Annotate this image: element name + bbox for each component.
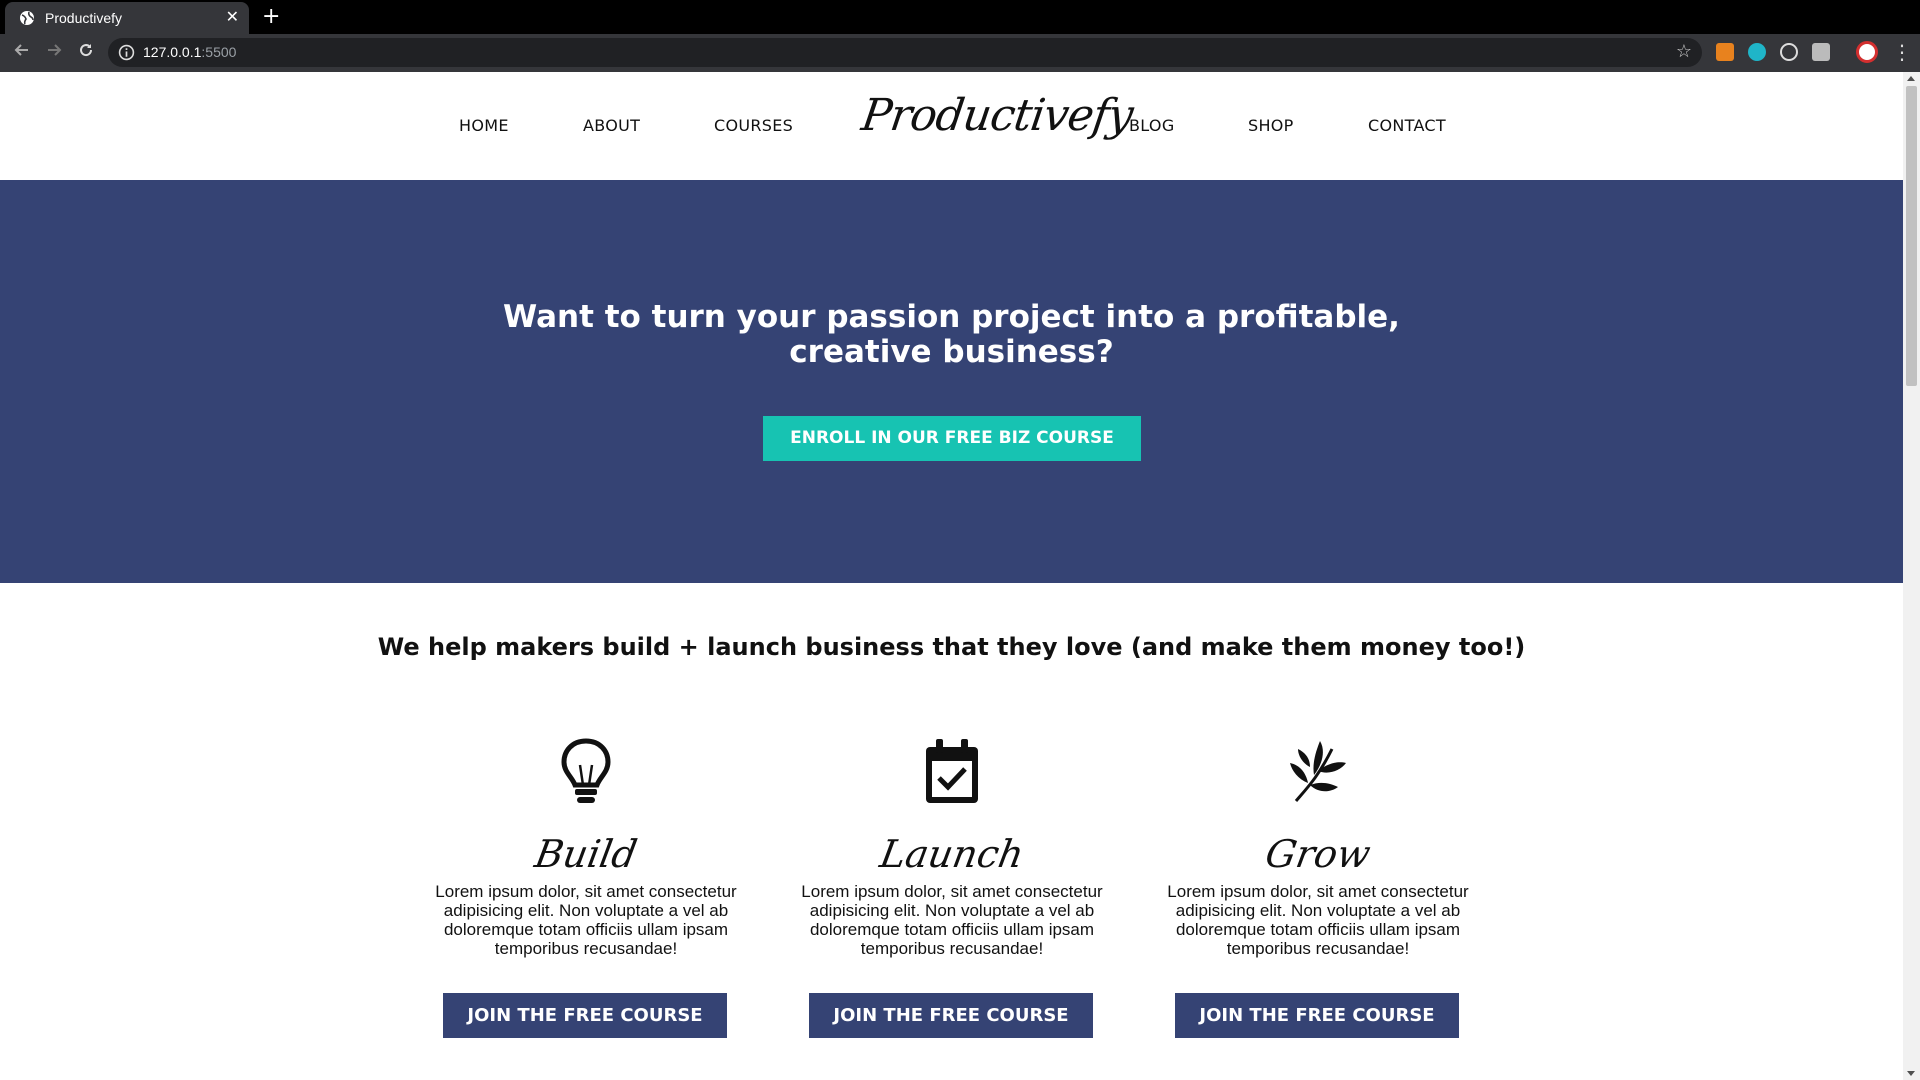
join-course-button[interactable]: JOIN THE FREE COURSE [443,993,727,1038]
browser-tab[interactable]: Productivefy ✕ [5,2,249,34]
feature-text: Lorem ipsum dolor, sit amet consectetur … [801,882,1103,958]
nav-about[interactable]: ABOUT [583,116,640,135]
page-scrollbar[interactable] [1903,72,1920,1080]
enroll-button[interactable]: ENROLL IN OUR FREE BIZ COURSE [763,416,1141,461]
feature-text: Lorem ipsum dolor, sit amet consectetur … [435,882,737,958]
nav-blog[interactable]: BLOG [1129,116,1175,135]
forward-button[interactable] [42,41,66,65]
hero-section: Want to turn your passion project into a… [0,180,1903,583]
feature-title: Grow [1262,832,1374,876]
globe-icon [20,11,34,25]
scroll-thumb[interactable] [1906,86,1917,386]
feature-title: Launch [876,832,1028,876]
scroll-up-arrow-icon[interactable] [1907,76,1915,81]
join-course-button[interactable]: JOIN THE FREE COURSE [809,993,1093,1038]
camera-extension-icon[interactable] [1812,43,1830,61]
page: HOME ABOUT COURSES Productivefy BLOG SHO… [0,72,1903,1080]
feature-text: Lorem ipsum dolor, sit amet consectetur … [1167,882,1469,958]
bookmark-star-icon[interactable]: ☆ [1676,41,1692,62]
nav-contact[interactable]: CONTACT [1368,116,1446,135]
join-course-button[interactable]: JOIN THE FREE COURSE [1175,993,1459,1038]
info-icon[interactable] [118,44,135,61]
address-bar[interactable]: 127.0.0.1:5500 ☆ [108,38,1702,67]
hero-title: Want to turn your passion project into a… [503,299,1400,370]
profile-avatar-icon[interactable] [1856,41,1878,63]
browser-menu-icon[interactable]: ⋮ [1892,40,1912,64]
browser-toolbar: 127.0.0.1:5500 ☆ ⋮ [0,34,1920,72]
arrow-left-icon [14,44,28,56]
lightbulb-icon [561,738,611,803]
reload-button[interactable] [74,41,98,65]
scroll-down-arrow-icon[interactable] [1907,1071,1915,1076]
browser-tab-bar: Productivefy ✕ + [0,0,1920,34]
leaf-icon [1290,741,1346,802]
calendar-check-icon [926,739,978,803]
site-nav: HOME ABOUT COURSES Productivefy BLOG SHO… [0,72,1903,180]
nav-home[interactable]: HOME [459,116,509,135]
site-logo[interactable]: Productivefy [858,90,1135,141]
url-text: 127.0.0.1:5500 [143,44,236,60]
nav-shop[interactable]: SHOP [1248,116,1294,135]
reload-icon [80,44,93,57]
metamask-extension-icon[interactable] [1716,43,1734,61]
tagline: We help makers build + launch business t… [377,633,1526,661]
react-devtools-icon[interactable] [1780,43,1798,61]
arrow-right-icon [48,44,62,56]
url-host: 127.0.0.1 [143,44,202,60]
close-tab-icon[interactable]: ✕ [226,7,239,26]
back-button[interactable] [10,41,34,65]
feature-title: Build [531,832,641,876]
new-tab-button[interactable]: + [262,4,280,29]
tab-title: Productivefy [45,10,123,26]
m-extension-icon[interactable] [1748,43,1766,61]
nav-courses[interactable]: COURSES [714,116,793,135]
url-port: :5500 [201,44,237,60]
